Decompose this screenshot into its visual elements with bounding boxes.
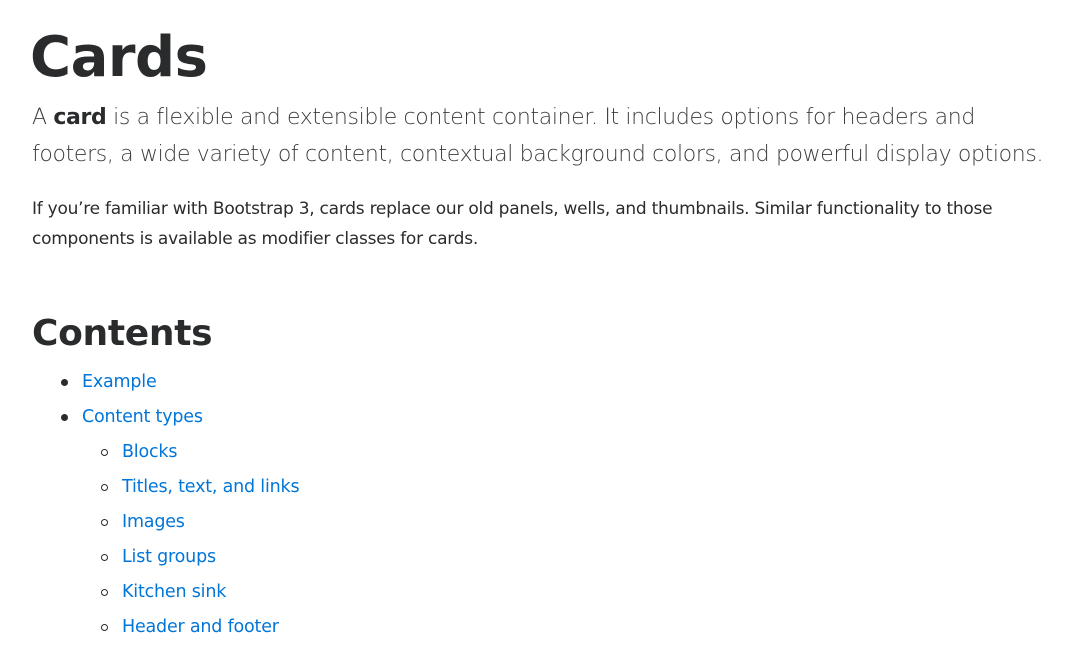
toc-link-header-and-footer[interactable]: Header and footer bbox=[122, 617, 279, 637]
toc-item-images: Images bbox=[32, 505, 299, 540]
bullet-circle-icon bbox=[101, 449, 108, 456]
lead-suffix: is a flexible and extensible content con… bbox=[32, 105, 1044, 167]
bullet-disc-icon bbox=[61, 379, 68, 386]
lead-bold-term: card bbox=[53, 105, 107, 130]
lead-paragraph: A card is a flexible and extensible cont… bbox=[32, 99, 1062, 173]
bullet-circle-icon bbox=[101, 624, 108, 631]
page-title: Cards bbox=[30, 25, 208, 90]
bullet-circle-icon bbox=[101, 484, 108, 491]
toc-item-list-groups: List groups bbox=[32, 540, 299, 575]
toc-item-content-types: Content types bbox=[32, 400, 299, 435]
contents-list: Example Content types Blocks Titles, tex… bbox=[32, 365, 300, 645]
contents-heading: Contents bbox=[32, 313, 213, 354]
toc-item-example: Example bbox=[32, 365, 299, 400]
toc-link-kitchen-sink[interactable]: Kitchen sink bbox=[122, 582, 226, 602]
toc-link-list-groups[interactable]: List groups bbox=[122, 547, 216, 567]
intro-paragraph: If you’re familiar with Bootstrap 3, car… bbox=[32, 199, 993, 249]
toc-item-blocks: Blocks bbox=[32, 435, 299, 470]
bullet-circle-icon bbox=[101, 519, 108, 526]
toc-item-header-and-footer: Header and footer bbox=[32, 610, 299, 645]
toc-link-example[interactable]: Example bbox=[82, 372, 157, 392]
toc-link-blocks[interactable]: Blocks bbox=[122, 442, 177, 462]
bullet-disc-icon bbox=[61, 414, 68, 421]
toc-item-kitchen-sink: Kitchen sink bbox=[32, 575, 299, 610]
toc-link-content-types[interactable]: Content types bbox=[82, 407, 203, 427]
lead-prefix: A bbox=[32, 105, 54, 130]
toc-item-titles-text-links: Titles, text, and links bbox=[32, 470, 300, 505]
toc-link-images[interactable]: Images bbox=[122, 512, 185, 532]
bullet-circle-icon bbox=[101, 554, 108, 561]
toc-link-titles-text-links[interactable]: Titles, text, and links bbox=[122, 477, 300, 497]
bullet-circle-icon bbox=[101, 589, 108, 596]
